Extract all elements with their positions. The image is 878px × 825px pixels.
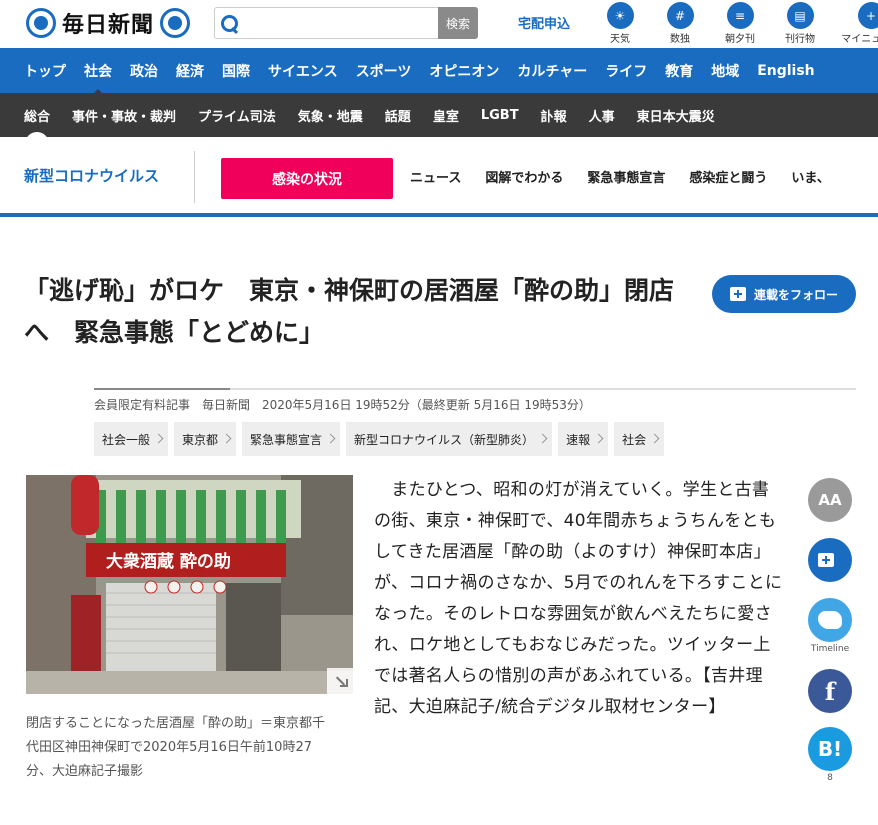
corona-link[interactable]: 感染症と闘う [689, 167, 767, 186]
logo-mark-icon [160, 8, 191, 38]
search-box: 検索 [214, 7, 478, 39]
secondary-nav: 総合 事件・事故・裁判 プライム司法 気象・地震 話題 皇室 LGBT 訃報 人事 東日本大震災 [0, 93, 878, 137]
primary-nav-item[interactable]: 社会 [84, 61, 112, 93]
infection-status-button[interactable]: 感染の状況 [221, 158, 393, 199]
article-body: またひとつ、昭和の灯が消えていく。学生と古書の街、東京・神保町で、40年間赤ちょ… [374, 480, 783, 717]
header-numbers-link[interactable]: # 数独 [654, 2, 706, 45]
follow-plus-icon [818, 553, 834, 567]
twitter-label: Timeline [810, 644, 850, 654]
secondary-nav-item[interactable]: 皇室 [433, 106, 459, 125]
photo-caption: 閉店することになった居酒屋「酔の助」＝東京都千代田区神田神保町で2020年5月1… [26, 716, 326, 779]
primary-nav-item[interactable]: 地域 [711, 61, 739, 81]
corona-links: ニュース 図解でわかる 緊急事態宣言 感染症と闘う いま、 [410, 167, 854, 186]
follow-plus-icon [729, 287, 746, 301]
hatena-icon: B! [817, 737, 843, 761]
secondary-nav-item[interactable]: 人事 [589, 106, 615, 125]
follow-series-button[interactable]: 連載をフォロー [712, 275, 856, 313]
corona-title-link[interactable]: 新型コロナウイルス [24, 165, 159, 186]
article-tags: 社会一般 東京都 緊急事態宣言 新型コロナウイルス（新型肺炎） 速報 社会 [94, 422, 670, 456]
share-bar: AA Timeline f B! 8 [808, 478, 852, 784]
logo-text: 毎日新聞 [62, 12, 155, 38]
secondary-nav-item[interactable]: LGBT [481, 108, 519, 123]
follow-series-label: 連載をフォロー [753, 287, 838, 302]
numbers-icon: # [666, 2, 694, 29]
secondary-nav-item[interactable]: 事件・事故・裁判 [72, 106, 176, 125]
hatena-bookmark-button[interactable]: B! [808, 727, 852, 771]
morning-evening-icon: ≡ [726, 2, 754, 29]
corona-link[interactable]: 図解でわかる [485, 167, 563, 186]
primary-nav-item[interactable]: 経済 [176, 61, 204, 81]
article-headline: 「逃げ恥」がロケ 東京・神保町の居酒屋「酔の助」閉店へ 緊急事態「とどめに」 [24, 276, 675, 347]
article-tag[interactable]: 緊急事態宣言 [242, 422, 341, 456]
font-size-icon: AA [818, 491, 842, 509]
header-icon-label: 刊行物 [785, 34, 815, 45]
header-publications-link[interactable]: ▤ 刊行物 [774, 2, 826, 45]
secondary-nav-item[interactable]: 総合 [24, 106, 50, 137]
primary-nav-item[interactable]: トップ [24, 61, 66, 81]
article-meta: 会員限定有料記事 毎日新聞 2020年5月16日 19時52分（最終更新 5月1… [94, 398, 591, 412]
primary-nav-item[interactable]: カルチャー [517, 61, 587, 81]
izakaya-storefront-image: 大衆酒蔵 酔の助 [26, 475, 353, 694]
primary-nav-item[interactable]: 政治 [130, 61, 158, 81]
follow-share-button[interactable] [808, 538, 852, 582]
weather-icon: ☀ [606, 2, 634, 29]
article-tag[interactable]: 新型コロナウイルス（新型肺炎） [346, 422, 553, 456]
publications-icon: ▤ [786, 2, 814, 29]
primary-nav: トップ 社会 政治 経済 国際 サイエンス スポーツ オピニオン カルチャー ライフ 教育 地域 Eng… [0, 48, 878, 93]
primary-nav-item[interactable]: 教育 [665, 61, 693, 81]
shop-sign-text: 大衆酒蔵 酔の助 [106, 551, 231, 572]
twitter-bird-icon [818, 611, 842, 629]
hatena-count: 8 [827, 773, 833, 783]
primary-nav-item[interactable]: スポーツ [356, 61, 412, 81]
my-news-icon: + [857, 2, 878, 29]
corona-feature-bar: 新型コロナウイルス 感染の状況 ニュース 図解でわかる 緊急事態宣言 感染症と闘う いま… [0, 137, 878, 217]
corona-link[interactable]: 緊急事態宣言 [587, 167, 665, 186]
article-tag[interactable]: 速報 [558, 422, 609, 456]
primary-nav-item[interactable]: 国際 [222, 61, 250, 81]
article-photo[interactable]: 大衆酒蔵 酔の助 [26, 475, 353, 694]
site-logo[interactable]: 毎日新聞 [26, 6, 191, 40]
secondary-nav-item[interactable]: 訃報 [541, 106, 567, 125]
search-button[interactable]: 検索 [438, 7, 478, 39]
primary-nav-item[interactable]: オピニオン [429, 61, 499, 81]
divider [94, 388, 230, 390]
header-icon-label: 朝夕刊 [725, 34, 755, 45]
header-icon-label: 天気 [610, 34, 630, 45]
facebook-share-button[interactable]: f [808, 669, 852, 713]
expand-image-icon[interactable] [327, 668, 353, 694]
search-input[interactable] [241, 8, 438, 38]
primary-nav-item[interactable]: English [757, 63, 814, 79]
secondary-nav-item[interactable]: 気象・地震 [298, 106, 363, 125]
header-weather-link[interactable]: ☀ 天気 [594, 2, 646, 45]
delivery-link[interactable]: 宅配申込 [518, 13, 570, 32]
article-tag[interactable]: 社会 [614, 422, 665, 456]
corona-link[interactable]: いま、 [791, 167, 829, 186]
twitter-share-button[interactable] [808, 598, 852, 642]
font-size-button[interactable]: AA [808, 478, 852, 522]
site-header: 毎日新聞 検索 宅配申込 ☀ 天気 # 数独 ≡ 朝夕刊 ▤ 刊行物 + マイニュース [0, 0, 878, 48]
header-icons: ☀ 天気 # 数独 ≡ 朝夕刊 ▤ 刊行物 + マイニュース [594, 2, 878, 45]
header-icon-label: 数独 [670, 34, 690, 45]
primary-nav-item[interactable]: ライフ [605, 61, 647, 81]
header-morning-evening-link[interactable]: ≡ 朝夕刊 [714, 2, 766, 45]
secondary-nav-item[interactable]: 東日本大震災 [637, 106, 715, 125]
article-tag[interactable]: 社会一般 [94, 422, 169, 456]
header-my-news-link[interactable]: + マイニュース [834, 2, 878, 45]
facebook-icon: f [824, 676, 836, 706]
divider [194, 151, 195, 203]
search-icon [215, 8, 241, 38]
article-tag[interactable]: 東京都 [174, 422, 237, 456]
primary-nav-item[interactable]: サイエンス [268, 61, 338, 81]
secondary-nav-item[interactable]: プライム司法 [198, 106, 276, 125]
corona-link[interactable]: ニュース [410, 167, 461, 186]
header-icon-label: マイニュース [841, 34, 878, 45]
logo-mark-icon [26, 8, 56, 38]
secondary-nav-item[interactable]: 話題 [385, 106, 411, 125]
